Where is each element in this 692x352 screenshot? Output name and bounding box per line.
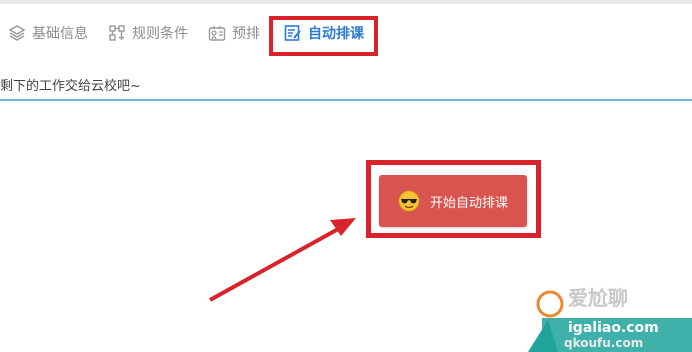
watermark-line1: 爱尬聊 (568, 286, 628, 310)
watermark-line3: qkoufu.com (564, 336, 644, 350)
watermark: 爱尬聊 igaliao.com qkoufu.com (528, 280, 692, 352)
watermark-line2: igaliao.com (568, 320, 659, 336)
